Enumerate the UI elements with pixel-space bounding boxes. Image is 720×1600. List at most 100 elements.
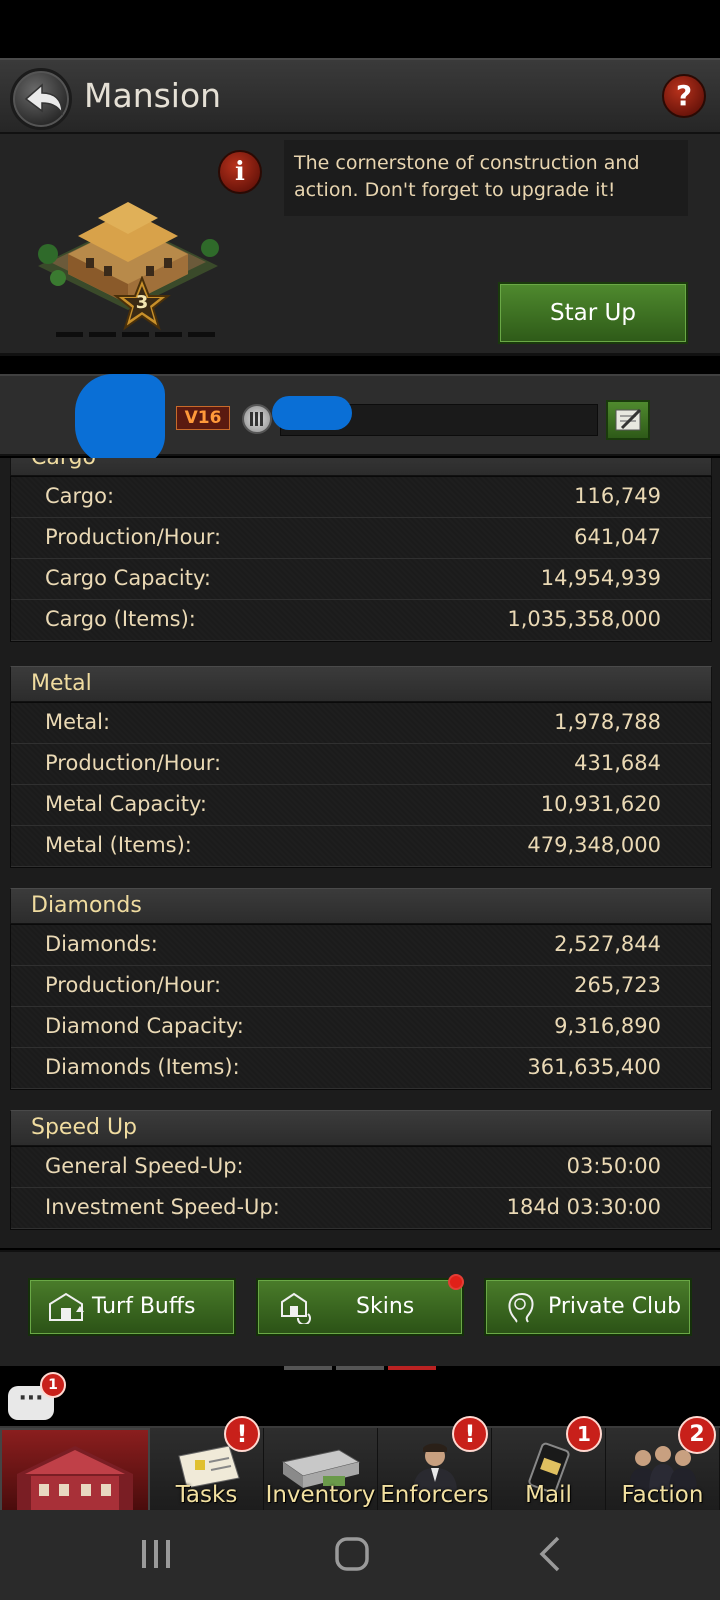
nav-mail-label: Mail: [525, 1482, 572, 1508]
stat-value: 431,684: [574, 751, 661, 775]
building-description: The cornerstone of construction and acti…: [284, 140, 688, 216]
stat-label: Investment Speed-Up:: [45, 1195, 280, 1219]
section-cargo: Cargo: 116,749 Production/Hour: 641,047 Ca…: [10, 476, 712, 642]
stat-value: 361,635,400: [527, 1055, 661, 1079]
nav-faction[interactable]: Faction 2: [606, 1416, 720, 1512]
turf-buffs-button[interactable]: Turf Buffs: [28, 1278, 236, 1336]
stat-label: Diamonds (Items):: [45, 1055, 240, 1079]
stat-row: Production/Hour: 431,684: [11, 744, 711, 785]
bottom-nav: Tasks ! Inventory Enforcers ! Mail 1 Fac…: [0, 1416, 720, 1512]
stat-label: Diamond Capacity:: [45, 1014, 244, 1038]
enforcers-alert-badge: !: [452, 1416, 488, 1452]
faction-count-badge: 2: [678, 1416, 716, 1454]
stat-row: General Speed-Up: 03:50:00: [11, 1147, 711, 1188]
skins-notification-dot: [448, 1274, 464, 1290]
stat-label: Cargo Capacity:: [45, 566, 211, 590]
mail-count-badge: 1: [566, 1416, 602, 1452]
back-arrow-icon: [24, 83, 63, 116]
home-icon[interactable]: [332, 1534, 372, 1574]
stat-value: 265,723: [574, 973, 661, 997]
edit-note-icon: [615, 408, 642, 431]
stat-row: Diamonds: 2,527,844: [11, 925, 711, 966]
stat-value: 14,954,939: [540, 566, 661, 590]
stat-value: 2,527,844: [554, 932, 661, 956]
stat-value: 184d 03:30:00: [506, 1195, 661, 1219]
stat-label: Production/Hour:: [45, 525, 222, 549]
stat-row: Cargo (Items): 1,035,358,000: [11, 600, 711, 641]
nav-enforcers[interactable]: Enforcers !: [378, 1416, 492, 1512]
stat-label: Cargo:: [45, 484, 115, 508]
back-button[interactable]: [10, 68, 72, 130]
stat-row: Cargo Capacity: 14,954,939: [11, 559, 711, 600]
stat-value: 9,316,890: [554, 1014, 661, 1038]
status-bar: [0, 0, 720, 58]
section-header-speed-up: Speed Up: [10, 1110, 712, 1146]
private-club-icon: [508, 1293, 534, 1323]
vip-badge: V16: [176, 406, 230, 430]
section-header-metal: Metal: [10, 666, 712, 702]
stat-row: Production/Hour: 641,047: [11, 518, 711, 559]
turf-buffs-label: Turf Buffs: [92, 1294, 196, 1319]
chat-strip: ··· 1: [0, 1366, 720, 1426]
stat-value: 479,348,000: [527, 833, 661, 857]
skins-button[interactable]: Skins: [256, 1274, 464, 1336]
section-metal: Metal: 1,978,788 Production/Hour: 431,684 …: [10, 702, 712, 868]
nav-tasks-label: Tasks: [175, 1482, 238, 1508]
stat-label: Diamonds:: [45, 932, 158, 956]
section-header-diamonds: Diamonds: [10, 888, 712, 924]
section-header-cargo: Cargo: [10, 458, 712, 476]
stat-label: Production/Hour:: [45, 751, 222, 775]
stat-label: General Speed-Up:: [45, 1154, 244, 1178]
rank-icon: [242, 404, 272, 434]
stat-label: Production/Hour:: [45, 973, 222, 997]
edit-button[interactable]: [606, 400, 650, 440]
nav-mail[interactable]: Mail 1: [492, 1416, 606, 1512]
page-indicator: [56, 332, 215, 337]
stat-row: Metal: 1,978,788: [11, 703, 711, 744]
recent-apps-icon[interactable]: [136, 1534, 176, 1574]
stat-value: 03:50:00: [566, 1154, 661, 1178]
stat-row: Metal Capacity: 10,931,620: [11, 785, 711, 826]
private-club-button[interactable]: Private Club: [484, 1278, 692, 1336]
building-info-panel: 3 i The cornerstone of construction and …: [0, 134, 720, 356]
nav-inventory[interactable]: Inventory: [264, 1428, 378, 1512]
section-diamonds: Diamonds: 2,527,844 Production/Hour: 265,7…: [10, 924, 712, 1090]
stat-row: Diamond Capacity: 9,316,890: [11, 1007, 711, 1048]
tasks-alert-badge: !: [224, 1416, 260, 1452]
stat-label: Metal:: [45, 710, 111, 734]
stat-row: Cargo: 116,749: [11, 477, 711, 518]
chat-badge: 1: [40, 1372, 66, 1398]
stat-row: Diamonds (Items): 361,635,400: [11, 1048, 711, 1089]
page-tab-indicator: [284, 1366, 332, 1370]
action-buttons-bar: Turf Buffs Skins Private Club: [0, 1250, 720, 1366]
stat-value: 1,035,358,000: [507, 607, 661, 631]
page-tab-indicator: [336, 1366, 384, 1370]
nav-faction-label: Faction: [621, 1482, 704, 1508]
section-speed-up: General Speed-Up: 03:50:00 Investment Spe…: [10, 1146, 712, 1230]
skins-label: Skins: [356, 1294, 415, 1319]
stat-label: Cargo (Items):: [45, 607, 196, 631]
nav-tasks[interactable]: Tasks !: [150, 1416, 264, 1512]
stat-value: 10,931,620: [540, 792, 661, 816]
nav-enforcers-label: Enforcers: [380, 1482, 489, 1508]
stat-value: 1,978,788: [554, 710, 661, 734]
redacted-name: [272, 396, 352, 430]
info-icon[interactable]: i: [218, 150, 262, 194]
header: Mansion ?: [0, 58, 720, 134]
help-button[interactable]: ?: [662, 74, 706, 118]
nav-inventory-label: Inventory: [265, 1482, 376, 1508]
nav-mansion[interactable]: [0, 1428, 150, 1512]
mansion-icon: [17, 1446, 133, 1512]
page-tab-indicator-active: [388, 1366, 436, 1370]
page-title: Mansion: [84, 76, 222, 115]
turf-buffs-icon: [49, 1292, 84, 1321]
stat-label: Metal (Items):: [45, 833, 192, 857]
stat-label: Metal Capacity:: [45, 792, 207, 816]
stats-list[interactable]: Cargo Cargo: 116,749 Production/Hour: 641,…: [0, 458, 720, 1248]
stat-row: Metal (Items): 479,348,000: [11, 826, 711, 867]
back-nav-icon[interactable]: [532, 1534, 572, 1574]
star-up-button[interactable]: Star Up: [498, 282, 688, 344]
redacted-avatar: [75, 374, 165, 466]
star-level: 3: [135, 292, 149, 313]
player-bar: V16: [0, 374, 720, 466]
